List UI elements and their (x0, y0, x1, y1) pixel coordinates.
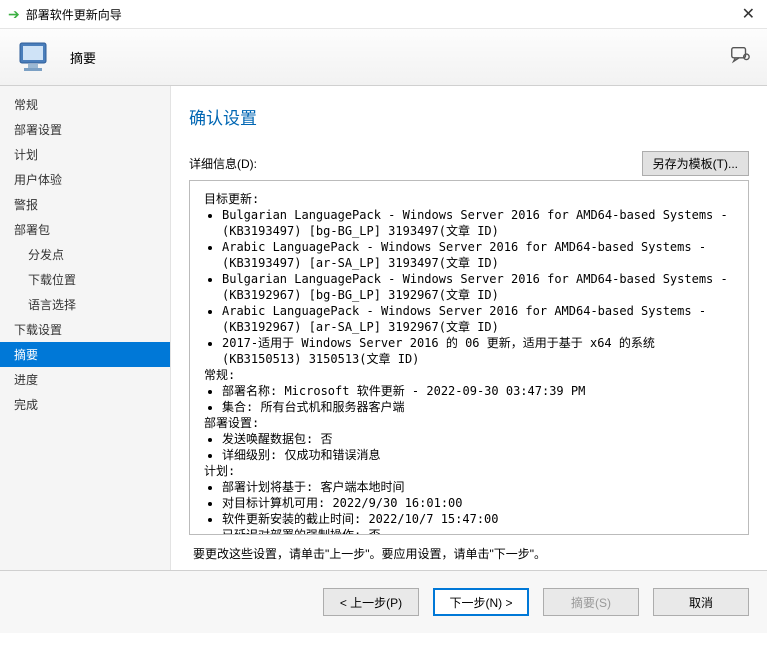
details-label: 详细信息(D): (189, 155, 642, 172)
hint-text: 要更改这些设置，请单击"上一步"。要应用设置，请单击"下一步"。 (193, 545, 745, 562)
sidebar-item-1[interactable]: 部署设置 (0, 117, 170, 142)
section-heading: 确认设置 (189, 104, 749, 129)
detail-item: 2017-适用于 Windows Server 2016 的 06 更新，适用于… (222, 335, 736, 367)
detail-item: 集合: 所有台式机和服务器客户端 (222, 399, 736, 415)
detail-section-title: 目标更新: (204, 191, 736, 207)
detail-item: 发送唤醒数据包: 否 (222, 431, 736, 447)
sidebar-item-9[interactable]: 下载设置 (0, 317, 170, 342)
detail-item: Arabic LanguagePack - Windows Server 201… (222, 303, 736, 335)
detail-section-list: Bulgarian LanguagePack - Windows Server … (216, 207, 736, 367)
detail-item: 部署计划将基于: 客户端本地时间 (222, 479, 736, 495)
detail-item: 对目标计算机可用: 2022/9/30 16:01:00 (222, 495, 736, 511)
sidebar-item-4[interactable]: 警报 (0, 192, 170, 217)
previous-button[interactable]: < 上一步(P) (323, 588, 419, 616)
detail-section-list: 发送唤醒数据包: 否详细级别: 仅成功和错误消息 (216, 431, 736, 463)
title-bar: ➔ 部署软件更新向导 ✕ (0, 0, 767, 29)
detail-item: Bulgarian LanguagePack - Windows Server … (222, 271, 736, 303)
next-button[interactable]: 下一步(N) > (433, 588, 529, 616)
detail-item: 部署名称: Microsoft 软件更新 - 2022-09-30 03:47:… (222, 383, 736, 399)
sidebar-item-0[interactable]: 常规 (0, 92, 170, 117)
sidebar: 常规部署设置计划用户体验警报部署包分发点下载位置语言选择下载设置摘要进度完成 (0, 86, 171, 570)
details-box[interactable]: 目标更新:Bulgarian LanguagePack - Windows Se… (189, 180, 749, 535)
main-panel: 确认设置 详细信息(D): 另存为模板(T)... 目标更新:Bulgarian… (171, 86, 767, 570)
page-title: 摘要 (70, 48, 96, 67)
wizard-body: 常规部署设置计划用户体验警报部署包分发点下载位置语言选择下载设置摘要进度完成 确… (0, 86, 767, 570)
sidebar-item-6[interactable]: 分发点 (0, 242, 170, 267)
sidebar-item-2[interactable]: 计划 (0, 142, 170, 167)
detail-item: 已延迟对部署的强制操作: 否 (222, 527, 736, 535)
detail-item: 软件更新安装的截止时间: 2022/10/7 15:47:00 (222, 511, 736, 527)
sidebar-item-7[interactable]: 下载位置 (0, 267, 170, 292)
feedback-icon[interactable] (729, 44, 751, 71)
detail-section-title: 常规: (204, 367, 736, 383)
footer-bar: < 上一步(P) 下一步(N) > 摘要(S) 取消 (0, 570, 767, 633)
wizard-computer-icon (16, 37, 56, 77)
close-icon[interactable]: ✕ (738, 4, 759, 24)
wizard-arrow-icon: ➔ (8, 6, 20, 23)
sidebar-item-11[interactable]: 进度 (0, 367, 170, 392)
cancel-button[interactable]: 取消 (653, 588, 749, 616)
detail-item: Bulgarian LanguagePack - Windows Server … (222, 207, 736, 239)
sidebar-item-3[interactable]: 用户体验 (0, 167, 170, 192)
window-title: 部署软件更新向导 (26, 6, 738, 23)
header-band: 摘要 (0, 29, 767, 86)
detail-item: 详细级别: 仅成功和错误消息 (222, 447, 736, 463)
detail-section-title: 计划: (204, 463, 736, 479)
detail-item: Arabic LanguagePack - Windows Server 201… (222, 239, 736, 271)
detail-section-list: 部署名称: Microsoft 软件更新 - 2022-09-30 03:47:… (216, 383, 736, 415)
detail-section-list: 部署计划将基于: 客户端本地时间对目标计算机可用: 2022/9/30 16:0… (216, 479, 736, 535)
sidebar-item-12[interactable]: 完成 (0, 392, 170, 417)
sidebar-item-10[interactable]: 摘要 (0, 342, 170, 367)
summary-button: 摘要(S) (543, 588, 639, 616)
save-as-template-button[interactable]: 另存为模板(T)... (642, 151, 749, 176)
sidebar-item-8[interactable]: 语言选择 (0, 292, 170, 317)
detail-section-title: 部署设置: (204, 415, 736, 431)
sidebar-item-5[interactable]: 部署包 (0, 217, 170, 242)
